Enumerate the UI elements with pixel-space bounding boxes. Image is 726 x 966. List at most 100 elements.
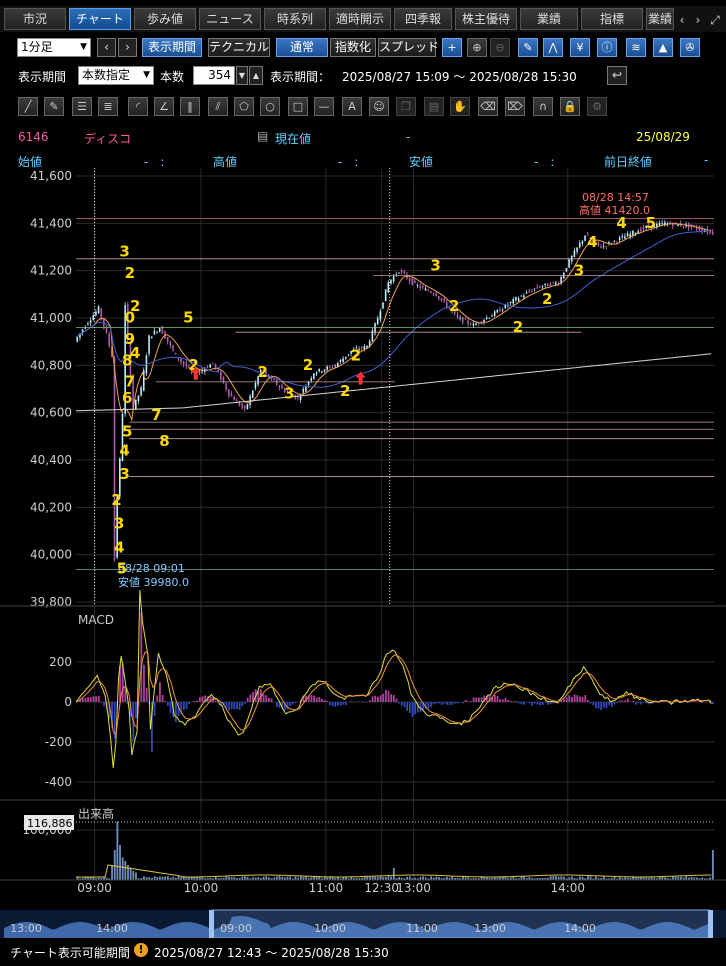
macd-histogram-bar: [153, 702, 156, 717]
my-settings-icon[interactable]: ≋: [626, 38, 646, 57]
tab-disclosure[interactable]: 適時開示: [329, 8, 391, 30]
macd-histogram-bar: [369, 700, 371, 702]
chevron-right-icon[interactable]: ›: [690, 12, 706, 28]
wrench-icon[interactable]: ✇: [680, 38, 700, 57]
count-mark: 2: [303, 356, 313, 374]
grid-tool-icon[interactable]: ≣: [98, 97, 118, 116]
period-button[interactable]: 表示期間: [142, 38, 202, 57]
macd-histogram-bar: [198, 697, 201, 702]
candle-body: [459, 317, 461, 319]
count-mark: 4: [119, 441, 129, 459]
macd-histogram-bar: [443, 702, 446, 704]
volume-bar: [166, 876, 169, 880]
macd-histogram-bar: [539, 702, 541, 706]
count-mark: 5: [646, 214, 656, 232]
lock-icon[interactable]: 🔒: [560, 97, 580, 116]
rect-tool-icon[interactable]: □: [288, 97, 308, 116]
popout-icon[interactable]: ⤢: [707, 12, 723, 28]
chevron-left-icon[interactable]: ‹: [674, 12, 690, 28]
trend-icon[interactable]: ⋀: [543, 38, 563, 57]
macd-histogram-bar: [313, 695, 315, 702]
candle-body: [310, 378, 313, 381]
yen-icon[interactable]: ¥: [570, 38, 590, 57]
line-tool-icon[interactable]: ╱: [18, 97, 38, 116]
candle-body: [382, 302, 384, 309]
zoom-in-icon[interactable]: ⊕: [467, 38, 487, 57]
next-button[interactable]: ›: [118, 38, 137, 57]
time-tick-label: 14:00: [550, 881, 585, 895]
candle-body: [443, 298, 445, 302]
macd-histogram-bar: [321, 698, 323, 702]
index-button[interactable]: 指数化: [330, 38, 376, 57]
candle-body: [206, 367, 209, 369]
eraser-all-icon[interactable]: ⌦: [505, 97, 525, 116]
candle-body: [140, 387, 142, 396]
tab-results-2[interactable]: 業績: [646, 8, 674, 30]
macd-histogram-bar: [624, 700, 627, 702]
macd-histogram-bar: [166, 702, 169, 706]
period-mode-select[interactable]: 本数指定 ▼: [78, 66, 154, 85]
pentagon-tool-icon[interactable]: ⬠: [234, 97, 254, 116]
candle-body: [153, 330, 156, 335]
tab-timeseries[interactable]: 時系列: [264, 8, 326, 30]
count-up-icon[interactable]: ▲: [249, 66, 263, 85]
pen-tool-icon[interactable]: ✎: [44, 97, 64, 116]
tab-market[interactable]: 市況: [4, 8, 66, 30]
spread-button[interactable]: スプレッド: [378, 38, 439, 57]
toolbar-main: 1分足 ▼ ‹ › 表示期間 テクニカル 通常 指数化 スプレッド + ⊕ ⊖ ✎…: [0, 38, 726, 58]
candle-body: [469, 324, 472, 326]
macd-histogram-bar: [470, 701, 472, 702]
candle-body: [390, 279, 392, 284]
candle-body: [384, 289, 387, 302]
tab-news[interactable]: ニュース: [199, 8, 261, 30]
macd-histogram-bar: [323, 700, 326, 702]
area-chart-icon[interactable]: ▲: [653, 38, 673, 57]
arc-tool-icon[interactable]: ◜: [128, 97, 148, 116]
info-icon[interactable]: ⓘ: [597, 38, 617, 57]
technical-button[interactable]: テクニカル: [208, 38, 270, 57]
magnet-icon[interactable]: ∩: [533, 97, 553, 116]
vlines-tool-icon[interactable]: ‖: [180, 97, 200, 116]
candle-body: [485, 317, 488, 319]
volume-bar: [241, 876, 244, 880]
hand-icon[interactable]: ✋: [450, 97, 470, 116]
paste-icon[interactable]: ▤: [424, 97, 444, 116]
tab-chart[interactable]: チャート: [69, 8, 131, 30]
macd-histogram-bar: [438, 702, 440, 704]
candle-body: [236, 400, 238, 402]
count-down-icon[interactable]: ▼: [236, 66, 248, 85]
tab-indicators[interactable]: 指標: [581, 8, 643, 30]
reset-icon[interactable]: ↩: [607, 66, 627, 85]
fan-tool-icon[interactable]: ∠: [154, 97, 174, 116]
tab-shikiho[interactable]: 四季報: [394, 8, 452, 30]
macd-histogram-bar: [454, 702, 456, 704]
macd-histogram-bar: [249, 694, 252, 702]
tab-tick[interactable]: 歩み値: [134, 8, 196, 30]
copy-icon[interactable]: ❐: [396, 97, 416, 116]
zoom-out-icon[interactable]: ⊖: [490, 38, 510, 57]
prev-button[interactable]: ‹: [97, 38, 116, 57]
macd-histogram-bar: [337, 702, 339, 706]
candle-body: [241, 403, 243, 408]
candle-body: [539, 286, 541, 288]
smile-icon[interactable]: ☺: [369, 97, 389, 116]
interval-select[interactable]: 1分足 ▼: [17, 38, 91, 57]
hline-tool-icon[interactable]: ☰: [72, 97, 92, 116]
count-input[interactable]: 354: [193, 66, 235, 85]
volume-bar: [371, 876, 374, 880]
price-chart[interactable]: 41,600 41,400 41,200 41,000 40,800 40,600 40,4…: [0, 168, 726, 938]
eraser-icon[interactable]: ⌫: [478, 97, 498, 116]
normal-button[interactable]: 通常: [276, 38, 328, 57]
settings-icon[interactable]: ⚙: [587, 97, 607, 116]
macd-histogram-bar: [262, 694, 265, 702]
tab-results[interactable]: 業績: [520, 8, 578, 30]
channel-tool-icon[interactable]: ⫽: [208, 97, 228, 116]
pencil-icon[interactable]: ✎: [518, 38, 538, 57]
crosshair-icon[interactable]: +: [442, 38, 462, 57]
text-tool-icon[interactable]: A: [342, 97, 362, 116]
tab-benefits[interactable]: 株主優待: [455, 8, 517, 30]
candle-body: [214, 364, 217, 368]
stock-code: 6146: [18, 130, 49, 144]
dash-tool-icon[interactable]: —: [314, 97, 334, 116]
circle-tool-icon[interactable]: ○: [260, 97, 280, 116]
